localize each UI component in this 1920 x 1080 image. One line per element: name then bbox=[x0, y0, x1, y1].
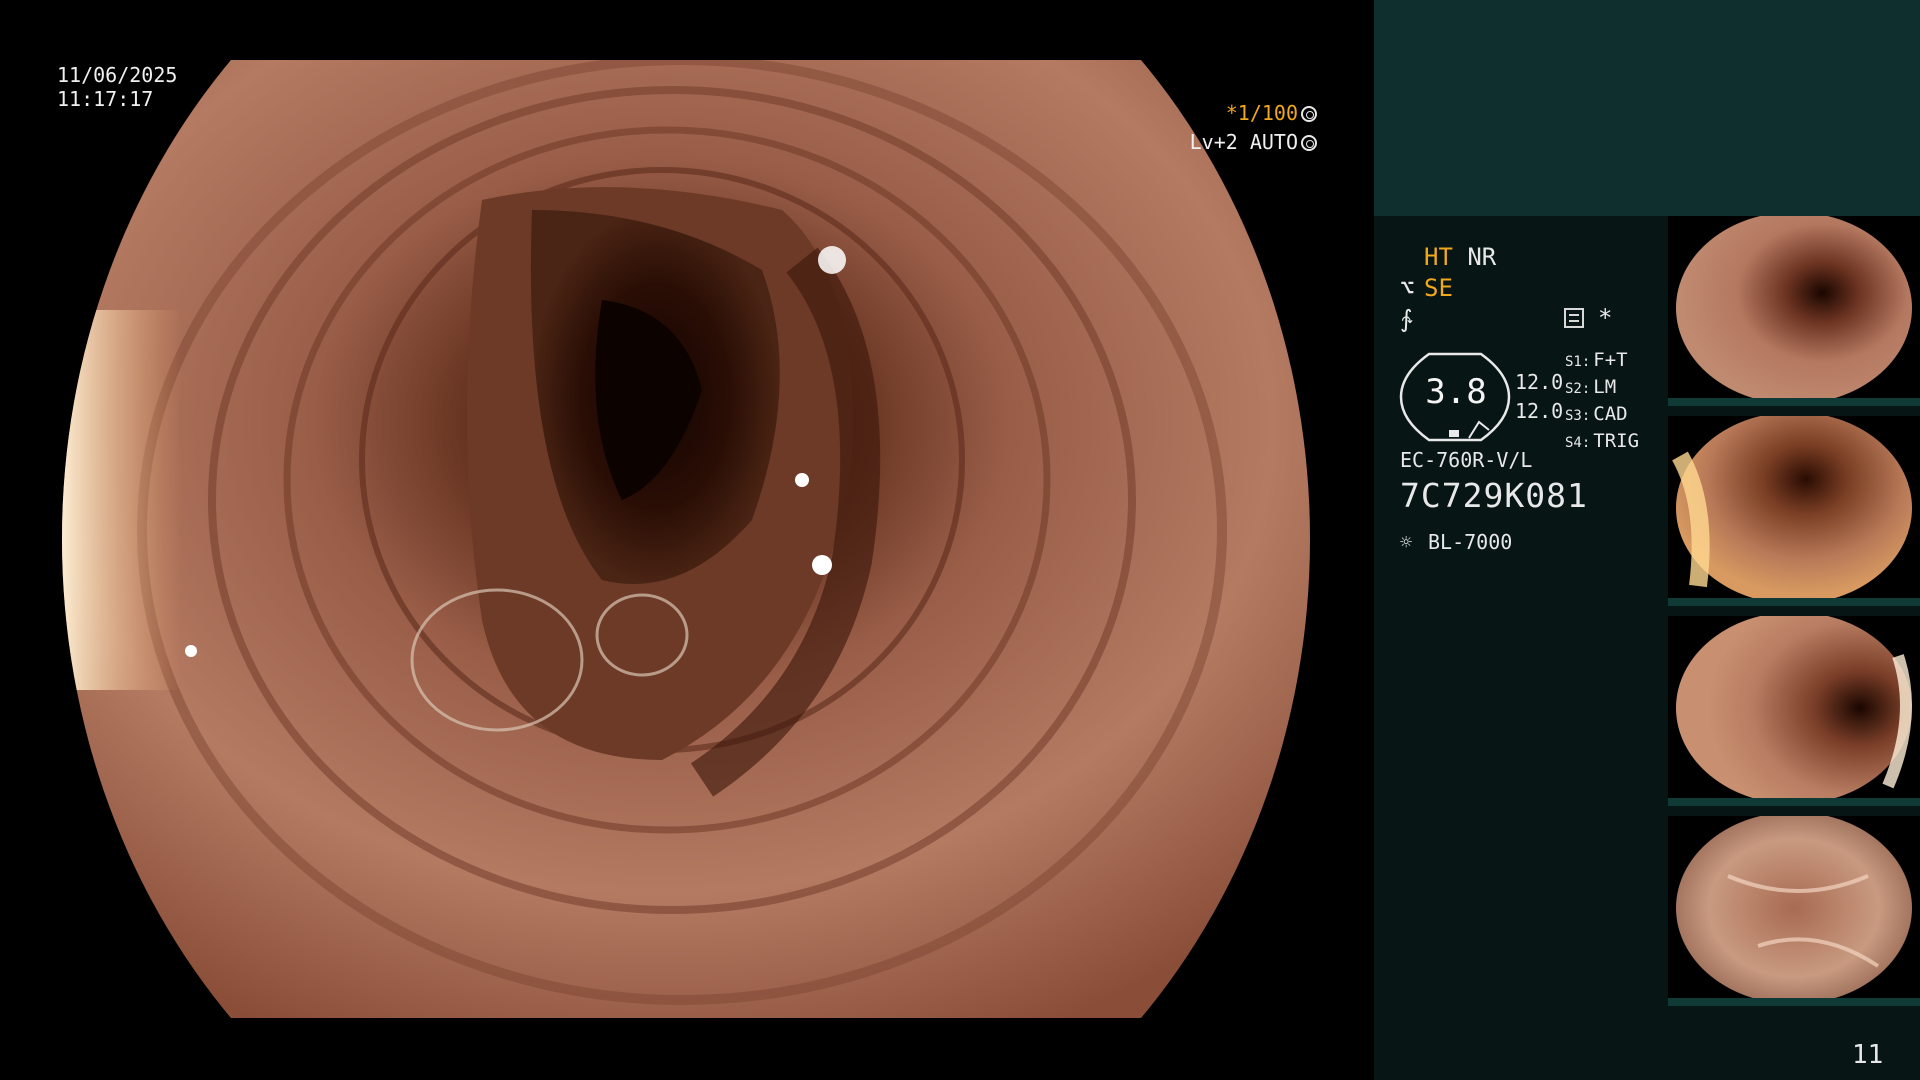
settings-icon bbox=[1564, 308, 1584, 328]
switch-assignments: S1: F+T S2: LM S3: CAD S4: TRIG bbox=[1565, 348, 1639, 456]
se-mode: SE bbox=[1424, 274, 1453, 302]
zoom-level-2: 12.0 bbox=[1515, 399, 1564, 423]
zoom-level-1: 12.0 bbox=[1515, 370, 1564, 394]
capture-thumbnail-1[interactable] bbox=[1668, 216, 1920, 406]
enhance-icon: ∱ bbox=[1400, 305, 1413, 333]
page-number: 11 bbox=[1852, 1040, 1884, 1070]
switch-row: S3: CAD bbox=[1565, 403, 1628, 425]
scope-serial: 7C729K081 bbox=[1400, 476, 1588, 515]
shutter-icon bbox=[1301, 106, 1317, 122]
light-source: ☼ BL-7000 bbox=[1400, 530, 1512, 554]
structure-icon: ⌥ bbox=[1400, 274, 1415, 302]
endoscope-view bbox=[62, 60, 1310, 1018]
star-mark: * bbox=[1598, 304, 1613, 332]
capture-thumbnail-2[interactable] bbox=[1668, 416, 1920, 606]
capture-thumbnail-4[interactable] bbox=[1668, 816, 1920, 1006]
shutter-text: *1/100 bbox=[1225, 101, 1298, 125]
date-text: 11/06/2025 bbox=[57, 63, 178, 87]
mode-indicators: HT NR ⌥ SE ∱ bbox=[1400, 242, 1496, 335]
iris-text: AUTO bbox=[1249, 130, 1298, 154]
lamp-icon: ☼ bbox=[1400, 530, 1413, 554]
scope-model: EC-760R-V/L bbox=[1400, 448, 1533, 472]
ht-mode: HT bbox=[1424, 243, 1453, 271]
light-source-text: BL-7000 bbox=[1428, 530, 1513, 554]
switch-row: S1: F+T bbox=[1565, 349, 1628, 371]
switch-row: S2: LM bbox=[1565, 376, 1617, 398]
capture-thumbnail-3[interactable] bbox=[1668, 616, 1920, 806]
zoom-value: 3.8 bbox=[1425, 372, 1487, 412]
nr-mode: NR bbox=[1467, 243, 1497, 271]
exposure-settings: *1/100 Lv+2 AUTO bbox=[1190, 99, 1317, 157]
iris-icon bbox=[1301, 135, 1317, 151]
level-text: Lv+2 bbox=[1189, 130, 1238, 154]
zoom-levels: 12.0 12.0 bbox=[1515, 368, 1563, 426]
time-text: 11:17:17 bbox=[57, 87, 154, 111]
date-time-stamp: 11/06/2025 11:17:17 bbox=[57, 63, 177, 111]
switch-row: S4: TRIG bbox=[1565, 430, 1640, 452]
panel-header bbox=[1374, 0, 1920, 216]
